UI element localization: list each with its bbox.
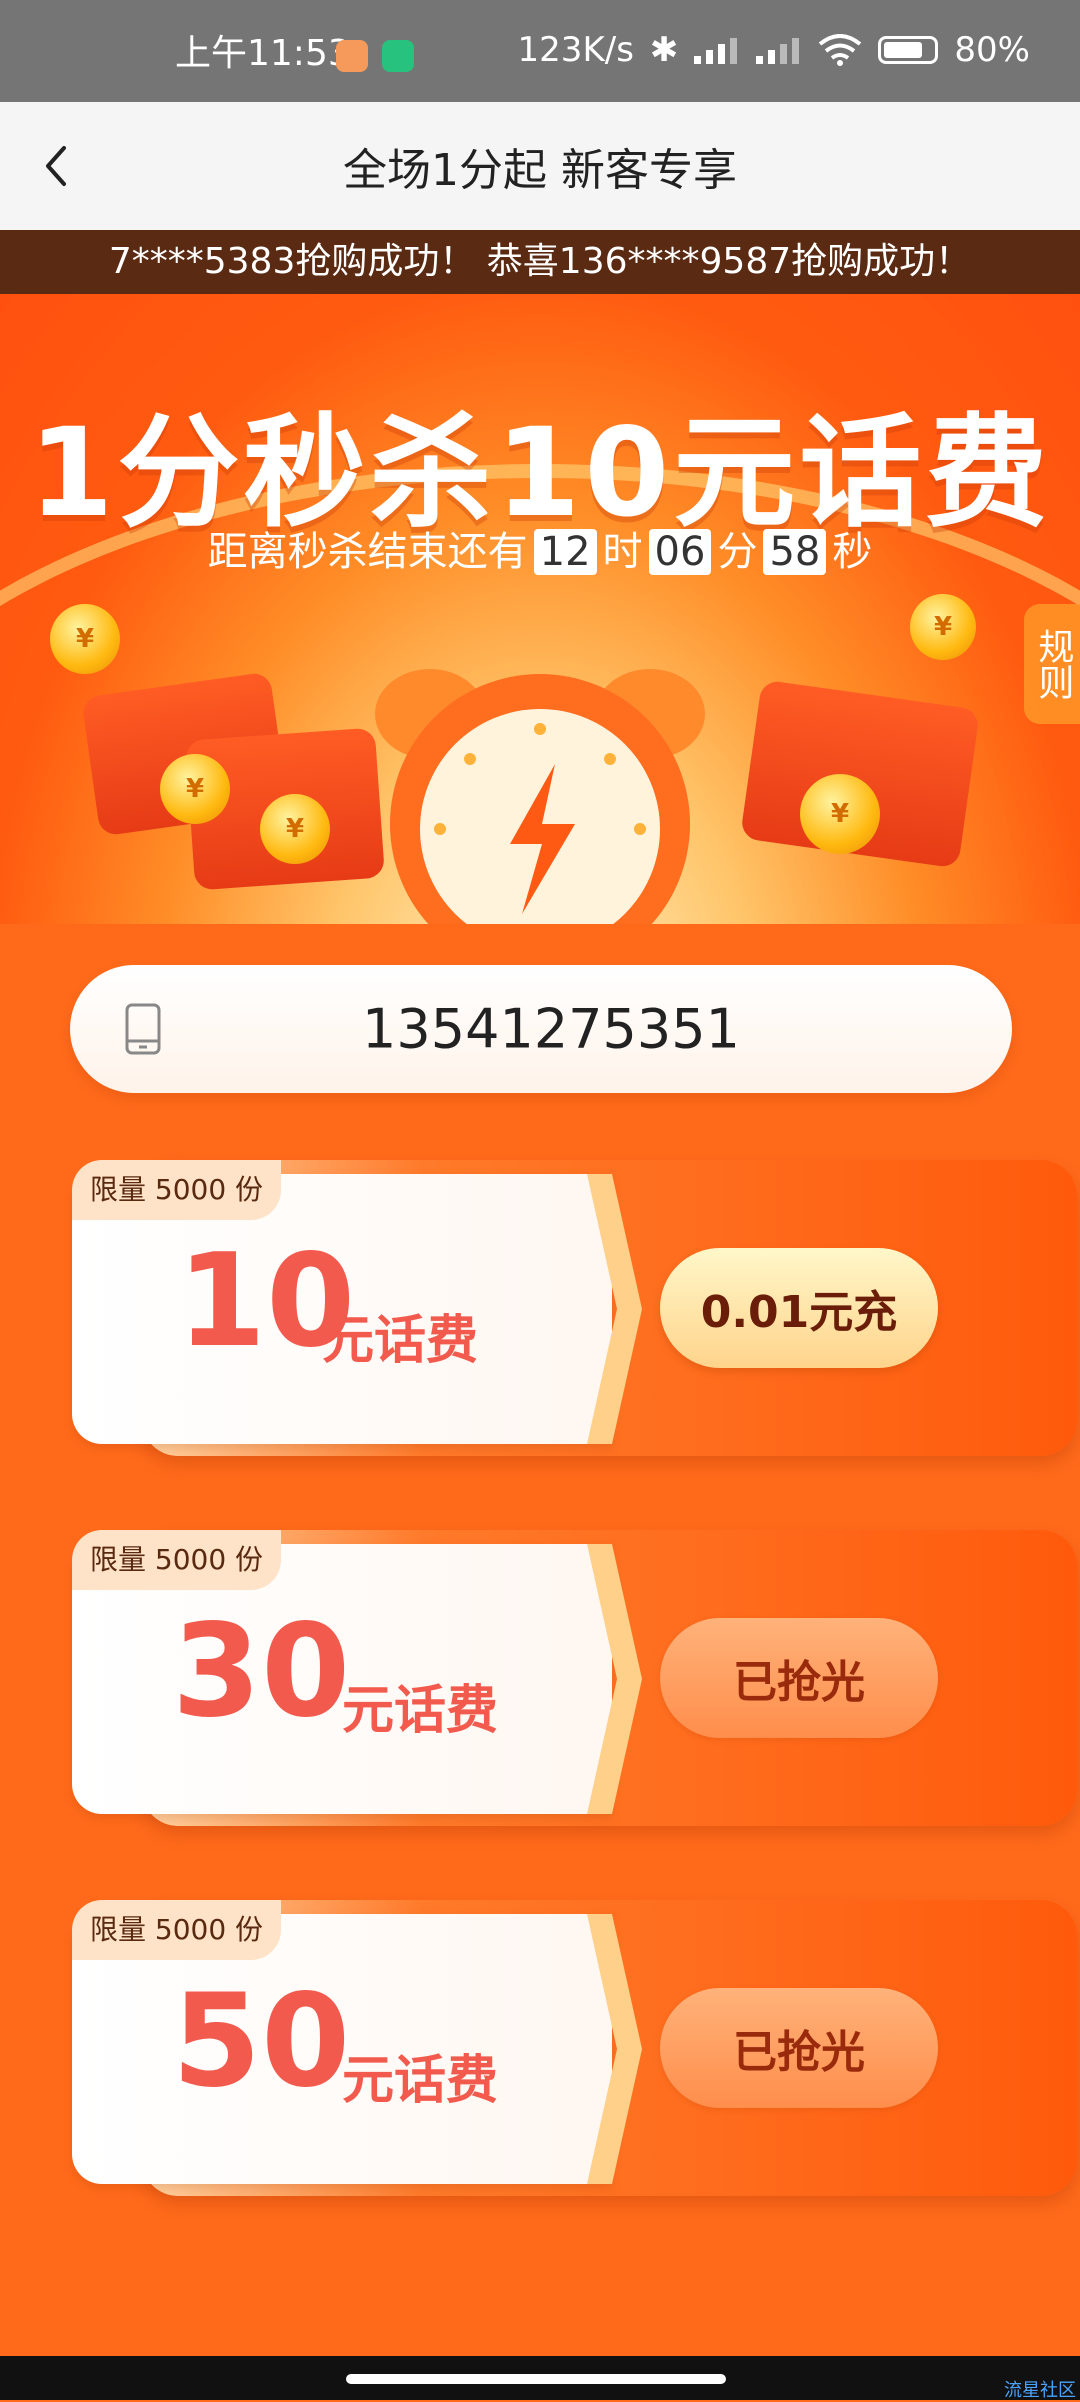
limit-tag: 限量 5000 份 [72, 1530, 282, 1590]
health-app-icon [336, 40, 368, 72]
countdown-hours-unit: 时 [602, 529, 643, 575]
countdown-seconds-unit: 秒 [832, 529, 873, 575]
coin-icon: ¥ [50, 604, 120, 674]
countdown-minutes: 06 [648, 529, 712, 575]
phone-number-field[interactable]: 13541275351 [70, 965, 1012, 1093]
sold-out-button[interactable]: 已抢光 [660, 1618, 938, 1738]
offer-unit: 元话费 [342, 2051, 499, 2111]
battery-icon [878, 36, 939, 64]
coin-icon: ¥ [800, 774, 880, 854]
phone-number-value: 13541275351 [362, 997, 740, 1061]
wifi-icon [819, 34, 862, 66]
coin-icon: ¥ [260, 794, 330, 864]
bluetooth-icon: ✱ [649, 30, 679, 70]
countdown-minutes-unit: 分 [717, 529, 758, 575]
home-indicator[interactable] [346, 2374, 726, 2384]
page-title: 全场1分起 新客专享 [343, 145, 737, 196]
offer-amount: 30 [172, 1597, 351, 1746]
promo-banner: ¥ ¥ ¥ ¥ ¥ 1分秒杀10元话费 距离秒杀结束还有 12 时 06 分 58 秒 规则 [0, 294, 1080, 924]
sold-out-button[interactable]: 已抢光 [660, 1988, 938, 2108]
limit-tag: 限量 5000 份 [72, 1160, 282, 1220]
offer-card-50: 限量 5000 份 50 元话费 已抢光 [72, 1900, 1077, 2196]
signal-icon [694, 36, 740, 64]
coin-icon: ¥ [160, 754, 230, 824]
limit-tag: 限量 5000 份 [72, 1900, 282, 1960]
offer-unit: 元话费 [342, 1681, 499, 1741]
offer-unit: 元话费 [322, 1311, 479, 1371]
countdown-hours: 12 [533, 529, 597, 575]
battery-level: 80% [954, 30, 1030, 70]
alarm-clock-icon [375, 669, 705, 924]
watermark: 流星社区 [1004, 2380, 1076, 2401]
offer-card-10: 限量 5000 份 10 元话费 0.01元充 [72, 1160, 1077, 1456]
offer-amount: 50 [172, 1967, 351, 2116]
purchase-ticker: 7****5383抢购成功！ 恭喜136****9587抢购成功！ [0, 230, 1080, 294]
rules-button[interactable]: 规则 [1024, 604, 1080, 724]
countdown-seconds: 58 [763, 529, 827, 575]
signal-icon-2 [756, 36, 802, 64]
status-bar: 上午11:53 123K/s ✱ 80% [0, 0, 1080, 102]
rules-label: 规则 [1032, 628, 1074, 700]
nav-bar: 全场1分起 新客专享 [0, 102, 1080, 230]
chevron-divider [587, 1544, 642, 1814]
status-right-group: 123K/s ✱ 80% [518, 30, 1030, 70]
countdown-prefix: 距离秒杀结束还有 [207, 529, 528, 575]
recharge-button[interactable]: 0.01元充 [660, 1248, 938, 1368]
coin-icon: ¥ [910, 594, 976, 660]
network-speed: 123K/s [517, 30, 634, 70]
chevron-divider [587, 1914, 642, 2184]
offer-card-30: 限量 5000 份 30 元话费 已抢光 [72, 1530, 1077, 1826]
security-app-icon [382, 40, 414, 72]
chevron-divider [587, 1174, 642, 1444]
status-time: 上午11:53 [175, 33, 351, 74]
countdown: 距离秒杀结束还有 12 时 06 分 58 秒 [0, 519, 1080, 577]
